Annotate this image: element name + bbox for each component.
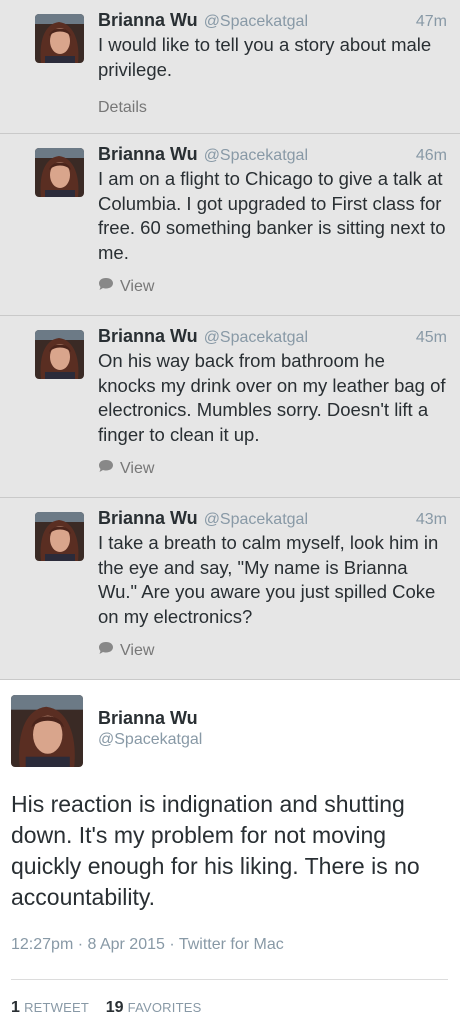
speech-bubble-icon [98,459,114,478]
separator: · [169,936,175,953]
timeline-tweet[interactable]: Brianna Wu @Spacekatgal 45m On his way b… [0,316,460,498]
author-name[interactable]: Brianna Wu [98,508,198,529]
tweet-stats: 1 RETWEET 19 FAVORITES [11,999,201,1017]
favorites-stat[interactable]: 19 FAVORITES [106,999,202,1016]
author-name[interactable]: Brianna Wu [98,708,198,729]
view-conversation-button[interactable]: View [98,459,447,478]
avatar[interactable] [35,14,84,63]
retweets-stat[interactable]: 1 RETWEET [11,999,89,1016]
tweet-date: 8 Apr 2015 [87,936,165,953]
favorites-count: 19 [105,999,124,1016]
author-handle[interactable]: @Spacekatgal [204,329,308,347]
view-conversation-button[interactable]: View [98,277,447,296]
tweet-time: 12:27pm [11,936,74,953]
avatar[interactable] [35,148,84,197]
author-name[interactable]: Brianna Wu [98,10,198,31]
author-name[interactable]: Brianna Wu [98,326,198,347]
separator: · [77,936,84,953]
timeline-tweet[interactable]: Brianna Wu @Spacekatgal 43m I take a bre… [0,498,460,680]
tweet-timestamp[interactable]: 43m [416,511,447,529]
tweet-text: I would like to tell you a story about m… [98,34,432,80]
favorites-label: FAVORITES [127,1000,202,1015]
tweet-text: I take a breath to calm myself, look him… [98,532,439,627]
author-handle[interactable]: @Spacekatgal [204,511,308,529]
avatar[interactable] [35,512,84,561]
focused-tweet: Brianna Wu @Spacekatgal His reaction is … [0,680,460,1024]
divider [11,979,448,980]
retweets-count: 1 [11,999,20,1016]
tweet-text: I am on a flight to Chicago to give a ta… [98,168,446,263]
view-label: View [120,459,155,477]
speech-bubble-icon [98,641,114,660]
speech-bubble-icon [98,277,114,296]
tweet-text: On his way back from bathroom he knocks … [98,350,446,445]
avatar[interactable] [11,695,83,767]
view-label: View [120,641,155,659]
tweet-meta: 12:27pm · 8 Apr 2015 · Twitter for Mac [11,936,284,954]
author-name[interactable]: Brianna Wu [98,144,198,165]
view-conversation-button[interactable]: View [98,641,447,660]
tweet-timestamp[interactable]: 47m [416,13,447,31]
timeline-tweet[interactable]: Brianna Wu @Spacekatgal 46m I am on a fl… [0,134,460,316]
tweet-text: His reaction is indignation and shutting… [11,791,420,910]
timeline-tweet[interactable]: Brianna Wu @Spacekatgal 47m I would like… [0,0,460,134]
avatar[interactable] [35,330,84,379]
retweets-label: RETWEET [24,1000,90,1015]
view-label: View [120,277,155,295]
author-handle[interactable]: @Spacekatgal [204,13,308,31]
details-link[interactable]: Details [98,99,447,117]
tweet-timestamp[interactable]: 46m [416,147,447,165]
author-handle[interactable]: @Spacekatgal [98,731,202,749]
author-handle[interactable]: @Spacekatgal [204,147,308,165]
tweet-client[interactable]: Twitter for Mac [179,936,284,953]
tweet-timestamp[interactable]: 45m [416,329,447,347]
